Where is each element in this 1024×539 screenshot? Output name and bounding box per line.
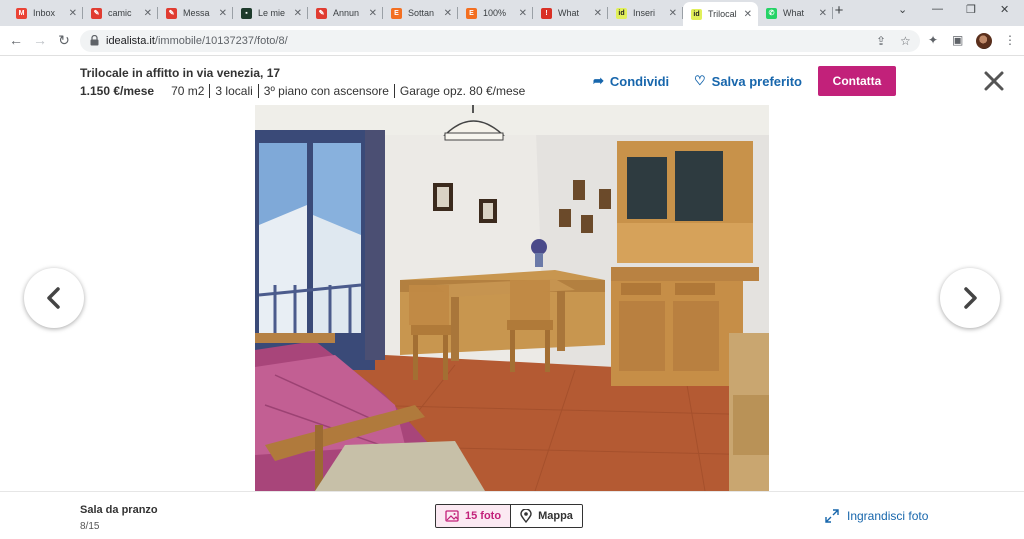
close-tab-icon[interactable]: ✕ <box>294 8 302 19</box>
share-page-icon[interactable]: ⇪ <box>876 34 886 48</box>
listing-header: Trilocale in affitto in via venezia, 17 … <box>0 57 1024 105</box>
whatsapp-icon: ✆ <box>766 7 777 19</box>
listing-summary: 1.150 €/mese 70 m2 3 locali 3º piano con… <box>80 84 530 98</box>
tab-title: Sottan <box>408 8 435 18</box>
chevron-left-icon <box>47 287 60 309</box>
previous-photo-button[interactable] <box>24 268 84 328</box>
browser-tab-strip: M Inbox ✕ ✎ camic ✕ ✎ Messa ✕ ▪ Le mie ✕ ✎ Annun ✕ E Sot… <box>0 0 1024 26</box>
browser-tab[interactable]: E Sottan ✕ <box>383 2 458 24</box>
share-button[interactable]: ➦ Condividi <box>593 73 669 89</box>
photo-counter: 8/15 <box>80 521 100 532</box>
chevron-right-icon <box>964 287 977 309</box>
browser-tab[interactable]: ✎ Messa ✕ <box>158 2 233 24</box>
close-tab-icon[interactable]: ✕ <box>669 8 677 19</box>
photos-tab[interactable]: 15 foto <box>436 505 512 527</box>
image-icon <box>445 510 459 522</box>
feature-garage: Garage opz. 80 €/mese <box>399 84 526 98</box>
view-switcher: 15 foto Mappa <box>435 504 583 528</box>
extensions-icon[interactable]: ✦ <box>928 33 938 47</box>
tab-title: Inbox <box>33 8 56 18</box>
tab-search-icon[interactable]: ⌄ <box>898 3 907 16</box>
reload-icon[interactable]: ↻ <box>56 32 72 48</box>
close-tab-icon[interactable]: ✕ <box>819 8 827 19</box>
enlarge-photo-button[interactable]: Ingrandisci foto <box>825 509 928 523</box>
browser-tab[interactable]: ▪ Le mie ✕ <box>233 2 308 24</box>
tab-title: Messa <box>183 8 210 18</box>
save-favorite-button[interactable]: ♡ Salva preferito <box>694 73 802 89</box>
minimize-icon[interactable]: — <box>932 3 943 15</box>
dark-green-icon: ▪ <box>241 7 252 19</box>
browser-tab[interactable]: E 100% ✕ <box>458 2 533 24</box>
photo-caption: Sala da pranzo <box>80 504 158 516</box>
forward-icon[interactable]: → <box>32 32 48 48</box>
red-circle-icon: ✎ <box>91 7 102 19</box>
listing-photo <box>255 105 769 491</box>
lock-icon <box>90 35 99 46</box>
tab-title: Le mie <box>258 8 286 18</box>
close-tab-icon[interactable]: ✕ <box>69 8 77 19</box>
browser-toolbar: ← → ↻ idealista.it/immobile/10137237/fot… <box>0 26 1024 56</box>
browser-tab[interactable]: ✎ camic ✕ <box>83 2 158 24</box>
gallery-footer: Sala da pranzo 8/15 15 foto Mappa Ingran… <box>0 491 1024 539</box>
close-tab-icon[interactable]: ✕ <box>519 8 527 19</box>
side-panel-icon[interactable]: ▣ <box>952 33 963 47</box>
close-tab-icon[interactable]: ✕ <box>444 8 452 19</box>
heart-icon: ♡ <box>694 73 706 88</box>
profile-avatar[interactable] <box>976 33 992 49</box>
browser-tab[interactable]: id Trilocal ✕ <box>683 2 758 26</box>
gmail-icon: M <box>16 7 27 19</box>
tab-title: What <box>558 8 580 18</box>
map-tab[interactable]: Mappa <box>511 505 582 527</box>
url-text: idealista.it/immobile/10137237/foto/8/ <box>106 35 288 47</box>
listing-price: 1.150 €/mese <box>80 84 155 98</box>
contact-button[interactable]: Contatta <box>818 66 896 96</box>
idealista-icon: id <box>616 7 627 19</box>
browser-menu-icon[interactable]: ⋮ <box>1004 33 1016 47</box>
red-alert-icon: ! <box>541 7 552 19</box>
browser-tab[interactable]: ✎ Annun ✕ <box>308 2 383 24</box>
feature-floor: 3º piano con ascensore <box>263 84 389 98</box>
red-circle-icon: ✎ <box>316 7 327 19</box>
bookmark-star-icon[interactable]: ☆ <box>900 34 911 48</box>
restore-icon[interactable]: ❐ <box>966 3 976 16</box>
tab-title: 100% <box>483 8 507 18</box>
e-orange-icon: E <box>391 7 402 19</box>
feature-area: 70 m2 <box>171 84 205 98</box>
feature-rooms: 3 locali <box>215 84 253 98</box>
close-gallery-icon[interactable] <box>982 69 1006 93</box>
browser-tab[interactable]: ✆ What ✕ <box>758 2 833 24</box>
tab-title: What <box>783 8 805 18</box>
browser-tab[interactable]: id Inseri ✕ <box>608 2 683 24</box>
back-icon[interactable]: ← <box>8 32 24 48</box>
red-circle-icon: ✎ <box>166 7 177 19</box>
address-bar[interactable]: idealista.it/immobile/10137237/foto/8/ ⇪… <box>80 30 920 52</box>
next-photo-button[interactable] <box>940 268 1000 328</box>
close-tab-icon[interactable]: ✕ <box>744 9 752 20</box>
tab-title: Annun <box>333 8 360 18</box>
photo-viewer <box>0 105 1024 491</box>
dining-room-photo <box>255 105 769 491</box>
listing-title: Trilocale in affitto in via venezia, 17 <box>80 66 281 80</box>
e-orange-icon: E <box>466 7 477 19</box>
browser-tab[interactable]: ! What ✕ <box>533 2 608 24</box>
close-tab-icon[interactable]: ✕ <box>369 8 377 19</box>
browser-tab[interactable]: M Inbox ✕ <box>8 2 83 24</box>
close-window-icon[interactable]: ✕ <box>1000 3 1009 16</box>
new-tab-button[interactable]: + <box>832 3 846 18</box>
close-tab-icon[interactable]: ✕ <box>144 8 152 19</box>
tab-title: Trilocal <box>708 9 737 19</box>
idealista-icon: id <box>691 8 702 20</box>
close-tab-icon[interactable]: ✕ <box>219 8 227 19</box>
close-tab-icon[interactable]: ✕ <box>594 8 602 19</box>
share-arrow-icon: ➦ <box>593 73 604 88</box>
expand-icon <box>825 509 839 523</box>
tab-title: camic <box>108 8 132 18</box>
tab-title: Inseri <box>633 8 656 18</box>
map-pin-icon <box>520 509 532 523</box>
